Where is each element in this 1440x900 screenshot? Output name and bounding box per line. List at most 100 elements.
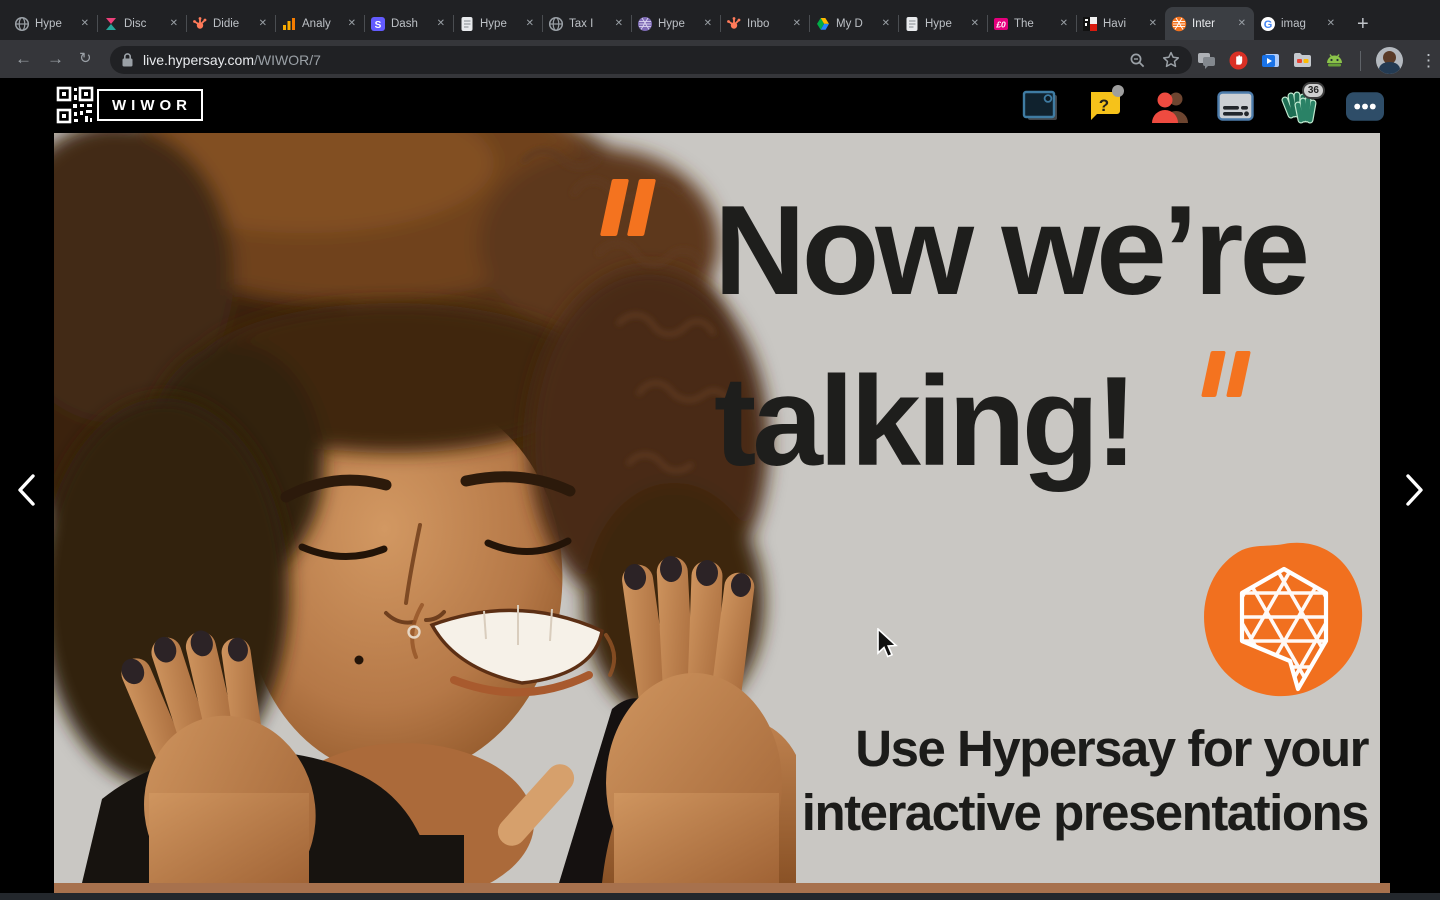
- tab-title: The: [1014, 18, 1053, 30]
- participants-button[interactable]: [1151, 85, 1189, 127]
- tab[interactable]: My D ✕: [809, 7, 898, 40]
- tab-close-icon[interactable]: ✕: [346, 16, 358, 31]
- previous-slide-button[interactable]: [13, 472, 39, 508]
- next-slide-button[interactable]: [1402, 472, 1428, 508]
- tab-close-icon[interactable]: ✕: [1147, 16, 1159, 31]
- gdrive-icon: [815, 16, 831, 32]
- doc-icon: [904, 16, 920, 32]
- tab-close-icon[interactable]: ✕: [969, 16, 981, 31]
- svg-text:S: S: [375, 20, 382, 31]
- headline-line-2: talking!: [714, 336, 1306, 507]
- more-options-button[interactable]: [1346, 85, 1384, 127]
- new-tab-button[interactable]: +: [1357, 14, 1369, 34]
- tab-close-icon[interactable]: ✕: [79, 16, 91, 31]
- tab-close-icon[interactable]: ✕: [524, 16, 536, 31]
- back-icon[interactable]: ←: [15, 50, 32, 68]
- tab-title: Hype: [480, 18, 519, 30]
- cta-line-1: Use Hypersay for your: [802, 717, 1368, 781]
- reload-icon[interactable]: ↻: [79, 50, 92, 68]
- tab[interactable]: Gimag ✕: [1254, 7, 1343, 40]
- tab[interactable]: Disc ✕: [97, 7, 186, 40]
- slide-headline: Now we’re talking!: [714, 165, 1306, 507]
- tab-active[interactable]: Inter✕: [1165, 7, 1254, 40]
- tab[interactable]: Hype ✕: [8, 7, 97, 40]
- tab-title: Didie: [213, 18, 252, 30]
- subtitles-button[interactable]: [1216, 85, 1254, 127]
- cast-extension-icon[interactable]: [1260, 50, 1281, 71]
- clap-button[interactable]: 36: [1281, 85, 1319, 127]
- tab-strip-tabs: Hype✕Disc✕Didie✕Analy✕SDash✕Hype✕Tax I✕H…: [8, 7, 1343, 40]
- tab[interactable]: Havi ✕: [1076, 7, 1165, 40]
- hypersay-logo: [1200, 539, 1368, 699]
- tab-close-icon[interactable]: ✕: [1236, 16, 1248, 31]
- present-screen-button[interactable]: [1021, 85, 1059, 127]
- tab-close-icon[interactable]: ✕: [791, 16, 803, 31]
- tab-close-icon[interactable]: ✕: [880, 16, 892, 31]
- tab[interactable]: S Dash ✕: [364, 7, 453, 40]
- bookmark-star-icon[interactable]: [1162, 51, 1180, 69]
- globe-icon: [548, 16, 564, 32]
- mouse-cursor: [876, 628, 900, 660]
- android-extension-icon[interactable]: [1324, 50, 1345, 71]
- woman-photo: [54, 133, 796, 883]
- tab-title: My D: [836, 18, 875, 30]
- chat-extension-icon[interactable]: [1196, 50, 1217, 71]
- tab-title: Disc: [124, 18, 163, 30]
- lock-icon: [122, 53, 133, 67]
- toolbar-divider: [1360, 51, 1361, 71]
- tab-title: Havi: [1103, 18, 1142, 30]
- tab-close-icon[interactable]: ✕: [1325, 16, 1337, 31]
- hubspot-icon: [726, 16, 742, 32]
- tab-close-icon[interactable]: ✕: [1058, 16, 1070, 31]
- tab-title: Dash: [391, 18, 430, 30]
- presentation-slide: Now we’re talking! Use Hypersay for: [54, 133, 1380, 883]
- adblock-extension-icon[interactable]: [1228, 50, 1249, 71]
- tab[interactable]: £0 The ✕: [987, 7, 1076, 40]
- extensions-bar: ⋮: [1196, 47, 1437, 74]
- claps-count-badge: 36: [1302, 82, 1325, 99]
- tab-title: Hype: [35, 18, 74, 30]
- hypersay-orange-icon: [1171, 16, 1187, 32]
- cta-line-2: interactive presentations: [802, 781, 1368, 845]
- globe-icon: [14, 16, 30, 32]
- tab-close-icon[interactable]: ✕: [613, 16, 625, 31]
- tab-title: Hype: [925, 18, 964, 30]
- zoom-search-icon[interactable]: [1129, 52, 1146, 69]
- stripe-s-icon: S: [370, 16, 386, 32]
- tab[interactable]: Analy ✕: [275, 7, 364, 40]
- tab[interactable]: Tax I✕: [542, 7, 631, 40]
- tab-close-icon[interactable]: ✕: [257, 16, 269, 31]
- files-extension-icon[interactable]: [1292, 50, 1313, 71]
- bar-chart-icon: [281, 16, 297, 32]
- pink-badge-icon: £0: [993, 16, 1009, 32]
- tab[interactable]: Didie ✕: [186, 7, 275, 40]
- hourglass-pink-icon: [103, 16, 119, 32]
- slide-cta: Use Hypersay for your interactive presen…: [802, 717, 1368, 845]
- qr-code-icon[interactable]: [55, 85, 95, 130]
- help-notification-dot: [1112, 85, 1124, 97]
- session-code: WIWOR: [112, 97, 192, 114]
- hypersay-purple-icon: [637, 16, 653, 32]
- svg-text:G: G: [1264, 19, 1273, 31]
- bottom-bar: [0, 893, 1440, 900]
- tab[interactable]: Hype ✕: [453, 7, 542, 40]
- tab-title: Analy: [302, 18, 341, 30]
- svg-text:?: ?: [1099, 96, 1109, 115]
- tab-close-icon[interactable]: ✕: [435, 16, 447, 31]
- tab[interactable]: Hype✕: [631, 7, 720, 40]
- google-g-icon: G: [1260, 16, 1276, 32]
- tab-close-icon[interactable]: ✕: [702, 16, 714, 31]
- tab-close-icon[interactable]: ✕: [168, 16, 180, 31]
- browser-menu-icon[interactable]: ⋮: [1420, 51, 1437, 71]
- tab-title: imag: [1281, 18, 1320, 30]
- next-slide-preview-strip[interactable]: [54, 883, 1390, 893]
- url-text: live.hypersay.com/WIWOR/7: [143, 52, 321, 68]
- browser-tab-strip: Hype✕Disc✕Didie✕Analy✕SDash✕Hype✕Tax I✕H…: [0, 0, 1440, 40]
- profile-avatar[interactable]: [1376, 47, 1403, 74]
- forward-icon[interactable]: →: [47, 50, 64, 68]
- doc-icon: [459, 16, 475, 32]
- tab[interactable]: Hype ✕: [898, 7, 987, 40]
- tab[interactable]: Inbo✕: [720, 7, 809, 40]
- address-bar[interactable]: live.hypersay.com/WIWOR/7: [110, 46, 1192, 74]
- help-button[interactable]: ?: [1086, 85, 1124, 127]
